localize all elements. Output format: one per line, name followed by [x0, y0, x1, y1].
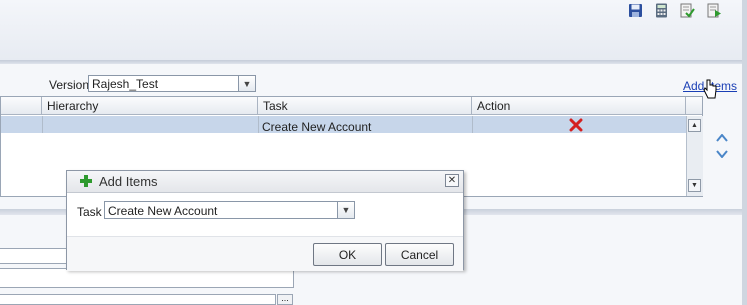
column-header-task[interactable]: Task	[258, 97, 472, 115]
task-select-value: Create New Account	[108, 204, 218, 218]
version-value: Rajesh_Test	[92, 77, 159, 91]
dialog-header[interactable]: Add Items ✕	[67, 171, 463, 193]
column-header-action[interactable]: Action	[472, 97, 686, 115]
column-header-hierarchy[interactable]: Hierarchy	[42, 97, 258, 115]
task-select[interactable]: Create New Account ▼	[104, 201, 355, 219]
cell-divider	[258, 116, 259, 133]
move-up-icon[interactable]	[716, 134, 728, 142]
chevron-down-icon[interactable]: ▼	[238, 76, 255, 91]
close-icon[interactable]: ✕	[445, 174, 459, 187]
text-field[interactable]	[0, 268, 294, 288]
dialog-footer: OK Cancel	[67, 236, 463, 271]
row-task-cell: Create New Account	[262, 120, 372, 134]
move-down-icon[interactable]	[716, 150, 728, 158]
add-items-dialog: Add Items ✕ Task Create New Account ▼ OK…	[66, 170, 464, 271]
calculator-icon[interactable]	[654, 3, 669, 18]
delete-icon[interactable]	[569, 118, 583, 132]
add-icon	[80, 175, 92, 187]
window-edge	[742, 0, 747, 305]
hand-cursor-icon	[703, 79, 717, 99]
text-field[interactable]	[0, 294, 276, 305]
ok-button[interactable]: OK	[313, 243, 382, 266]
version-label: Version	[49, 78, 90, 92]
version-select[interactable]: Rajesh_Test ▼	[88, 75, 256, 92]
dialog-title: Add Items	[99, 174, 158, 189]
table-scrollbar[interactable]: ▲ ▼	[686, 116, 703, 196]
cancel-button[interactable]: Cancel	[385, 243, 454, 266]
task-label: Task	[77, 205, 102, 219]
cell-divider	[472, 116, 473, 133]
cell-divider	[42, 116, 43, 133]
scroll-down-icon[interactable]: ▼	[688, 179, 701, 192]
scroll-up-icon[interactable]: ▲	[688, 119, 701, 132]
browse-button[interactable]: ...	[277, 294, 293, 305]
submit-icon[interactable]	[707, 3, 722, 18]
column-header-spacer	[686, 97, 702, 115]
column-header-blank	[1, 97, 42, 115]
validate-icon[interactable]	[680, 3, 695, 18]
save-icon[interactable]	[628, 3, 643, 18]
chevron-down-icon[interactable]: ▼	[337, 202, 354, 218]
